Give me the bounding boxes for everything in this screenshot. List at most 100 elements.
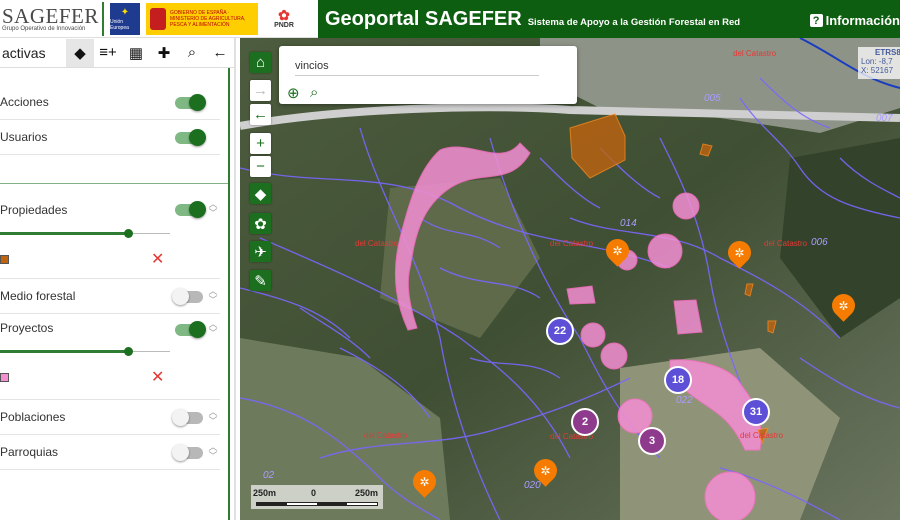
layer-row-usuarios[interactable]: Usuarios (0, 120, 220, 155)
layer-visibility-toggle[interactable] (172, 444, 203, 461)
parcel-label: del Catastro (550, 239, 594, 248)
parcel-label: del Catastro (740, 431, 784, 440)
app-subtitle: Sistema de Apoyo a la Gestión Forestal e… (527, 16, 741, 28)
add-list-icon[interactable]: ≡+ (94, 39, 122, 67)
layer-label: Parroquias (0, 445, 59, 459)
parcel-label: del Catastro (764, 239, 808, 248)
spain-emblem-icon (150, 7, 166, 30)
compass-icon[interactable]: ✈ (250, 241, 271, 262)
header-separator (102, 1, 104, 36)
coords-title: ETRS8 (875, 48, 900, 57)
search-icon[interactable]: ⌕ (178, 39, 206, 67)
scale-bar-graphic (256, 502, 378, 506)
zoom-in-icon[interactable]: + (250, 133, 271, 154)
reorder-arrows-icon[interactable]: ︿ ﹀ (208, 287, 218, 305)
layer-visibility-toggle[interactable] (175, 94, 206, 111)
eu-logo: ✦ Unión Europea (110, 2, 140, 35)
reorder-arrows-icon[interactable]: ︿ ﹀ (208, 320, 218, 338)
layer-row-parroquias[interactable]: Parroquias ︿ ﹀ (0, 435, 220, 470)
layer-label: Medio forestal (0, 289, 76, 303)
layer-label: Propiedades (0, 203, 68, 217)
layer-row-propiedades[interactable]: Propiedades ︿ ﹀ ✕ (0, 192, 220, 279)
parcel-label: del Catastro (733, 49, 777, 58)
scale-label-zero: 0 (311, 488, 317, 498)
edit-icon[interactable]: ✎ (250, 270, 271, 291)
area-number: 02 (263, 470, 275, 481)
parcel-label: del Catastro (355, 239, 399, 248)
brand-subtitle: Grupo Operativo de Innovación (2, 25, 86, 32)
brand-name: SAGEFER (2, 3, 99, 28)
layer-label: Poblaciones (0, 410, 66, 424)
app-title: Geoportal SAGEFER (325, 7, 522, 30)
title-bar: Geoportal SAGEFER Sistema de Apoyo a la … (318, 0, 900, 38)
area-number: 005 (704, 93, 721, 104)
marker-cluster[interactable]: 31 (742, 398, 770, 426)
map-view[interactable]: ⌂ → ← + − ◆ ✿ ✈ ✎ vincios ⊕ ⌕ ETRS8 Lon:… (240, 38, 900, 520)
scale-bar: 250m 0 250m (251, 485, 383, 509)
forward-arrow-icon[interactable]: → (250, 80, 271, 101)
reorder-arrows-icon[interactable]: ︿ ﹀ (208, 443, 218, 461)
layers-icon[interactable]: ◆ (250, 183, 271, 204)
layer-visibility-toggle[interactable] (172, 409, 203, 426)
remove-layer-icon[interactable]: ✕ (151, 252, 164, 268)
reorder-arrows-icon[interactable]: ︿ ﹀ (208, 200, 218, 218)
marker-cluster[interactable]: 2 (571, 408, 599, 436)
area-number: 014 (620, 218, 637, 229)
layer-label: Proyectos (0, 321, 54, 335)
grid-icon[interactable]: ▦ (122, 39, 150, 67)
coords-lon: Lon: -8,7 (861, 57, 893, 66)
layer-label: Acciones (0, 95, 49, 109)
back-arrow-icon[interactable]: ← (250, 104, 271, 125)
layer-row-proyectos[interactable]: Proyectos ︿ ﹀ ✕ (0, 314, 220, 400)
layer-row-poblaciones[interactable]: Poblaciones ︿ ﹀ (0, 400, 220, 435)
zoom-out-icon[interactable]: − (250, 156, 271, 177)
layer-row-acciones[interactable]: Acciones (0, 85, 220, 120)
layers-panel: activas ◆ ≡+ ▦ ✚ ⌕ ← Acciones Usuarios P… (0, 38, 236, 520)
eu-logo-text: Unión Europea (110, 18, 129, 31)
pndr-flower-icon: ✿ (278, 7, 290, 23)
layer-list[interactable]: Acciones Usuarios Propiedades ︿ ﹀ ✕ Medio… (0, 68, 230, 520)
panel-title: activas (2, 44, 46, 61)
info-button[interactable]: ? Información (809, 13, 900, 28)
scale-label-left: 250m (253, 488, 277, 498)
home-icon[interactable]: ⌂ (250, 52, 271, 73)
marker-cluster[interactable]: 18 (664, 366, 692, 394)
brand-logo[interactable]: SAGEFER Grupo Operativo de Innovación (0, 0, 100, 38)
layer-row-medio-forestal[interactable]: Medio forestal ︿ ﹀ (0, 279, 220, 314)
satellite-imagery (240, 38, 900, 520)
search-icon[interactable]: ⌕ (310, 84, 318, 101)
area-number: 022 (676, 395, 693, 406)
coordinates-readout: ETRS8 Lon: -8,7 X: 52167 (858, 47, 900, 79)
layer-visibility-toggle[interactable] (172, 288, 203, 305)
coords-x: X: 52167 (861, 66, 894, 75)
scale-label-right: 250m (355, 488, 379, 498)
parcel-label: del Catastro (364, 431, 408, 440)
marker-cluster[interactable]: 3 (638, 427, 666, 455)
settings-icon[interactable]: ✿ (250, 213, 271, 234)
layer-visibility-toggle[interactable] (175, 321, 206, 338)
back-arrow-icon[interactable]: ← (206, 39, 234, 67)
top-header: SAGEFER Grupo Operativo de Innovación ✦ … (0, 0, 900, 38)
area-number: 006 (811, 237, 828, 248)
opacity-slider[interactable] (0, 347, 170, 356)
info-label: Información (825, 13, 900, 28)
add-result-icon[interactable]: ⊕ (287, 84, 300, 102)
add-layer-icon[interactable]: ✚ (150, 39, 178, 67)
question-icon: ? (809, 14, 823, 27)
group-divider (0, 183, 228, 184)
ministry-logo-text: GOBIERNO DE ESPAÑA · MINISTERIO DE AGRIC… (170, 9, 246, 28)
pndr-logo: ✿ PNDR (264, 3, 304, 35)
layer-color-swatch (0, 373, 9, 382)
reorder-arrows-icon[interactable]: ︿ ﹀ (208, 408, 218, 426)
layers-tab-icon[interactable]: ◆ (66, 38, 94, 67)
panel-toolbar: activas ◆ ≡+ ▦ ✚ ⌕ ← (0, 38, 234, 68)
search-input[interactable]: vincios (295, 60, 539, 76)
layer-visibility-toggle[interactable] (175, 201, 206, 218)
layer-visibility-toggle[interactable] (175, 129, 206, 146)
pndr-logo-text: PNDR (274, 22, 294, 29)
opacity-slider[interactable] (0, 229, 170, 238)
remove-layer-icon[interactable]: ✕ (151, 370, 164, 386)
ministry-logo: GOBIERNO DE ESPAÑA · MINISTERIO DE AGRIC… (146, 2, 258, 35)
area-number: 007 (876, 113, 893, 124)
marker-cluster[interactable]: 22 (546, 317, 574, 345)
